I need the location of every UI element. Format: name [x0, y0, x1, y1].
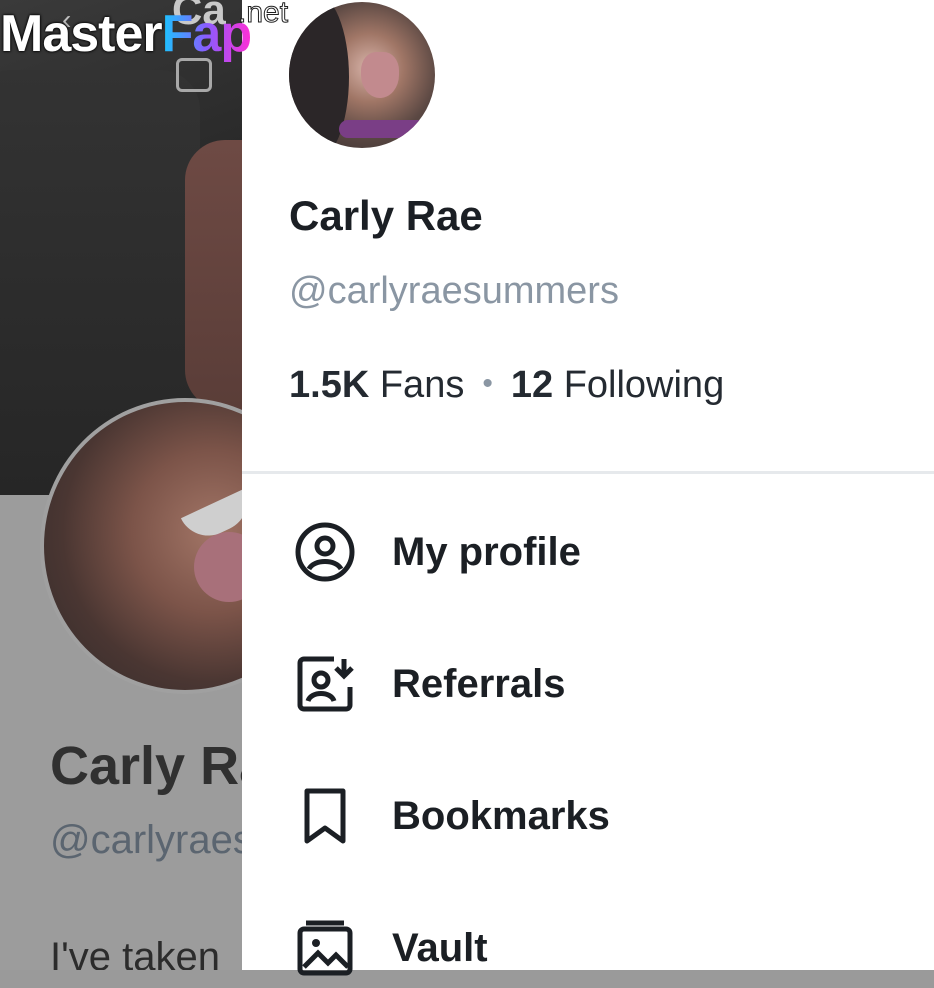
fans-link[interactable]: 1.5K Fans	[289, 364, 464, 406]
user-handle: @carlyraesummers	[289, 270, 619, 312]
watermark-logo: MasterFap .net	[0, 0, 289, 63]
following-link[interactable]: 12 Following	[511, 364, 724, 406]
menu-item-bookmarks[interactable]: Bookmarks	[292, 776, 892, 856]
profile-handle: @carlyraes	[50, 818, 242, 862]
profile-bio: I've taken	[50, 935, 220, 970]
menu-item-referrals[interactable]: Referrals	[292, 644, 892, 724]
user-display-name[interactable]: Carly Rae	[289, 192, 483, 240]
bookmark-icon	[292, 783, 358, 849]
vault-icon	[292, 915, 358, 981]
menu-label: Bookmarks	[392, 793, 610, 838]
drawer-divider	[242, 471, 934, 474]
menu-item-vault[interactable]: Vault	[292, 908, 892, 988]
stats-separator: •	[482, 367, 493, 400]
background-profile-page[interactable]: ‹ Ca Carly Ra @carlyraes I've taken	[0, 0, 242, 970]
menu-label: Vault	[392, 925, 488, 970]
following-label: Following	[563, 364, 725, 406]
fans-count: 1.5K	[289, 364, 370, 406]
referral-icon	[292, 651, 358, 717]
profile-name: Carly Ra	[50, 736, 242, 796]
menu-item-my-profile[interactable]: My profile	[292, 512, 892, 592]
user-circle-icon	[292, 519, 358, 585]
following-count: 12	[510, 364, 554, 406]
menu-label: Referrals	[392, 661, 566, 706]
drawer-avatar[interactable]	[289, 2, 435, 148]
user-stats: 1.5K Fans • 12 Following	[289, 364, 724, 407]
fans-label: Fans	[379, 364, 465, 406]
side-drawer: Carly Rae @carlyraesummers 1.5K Fans • 12 …	[242, 0, 934, 976]
menu-label: My profile	[392, 529, 581, 574]
